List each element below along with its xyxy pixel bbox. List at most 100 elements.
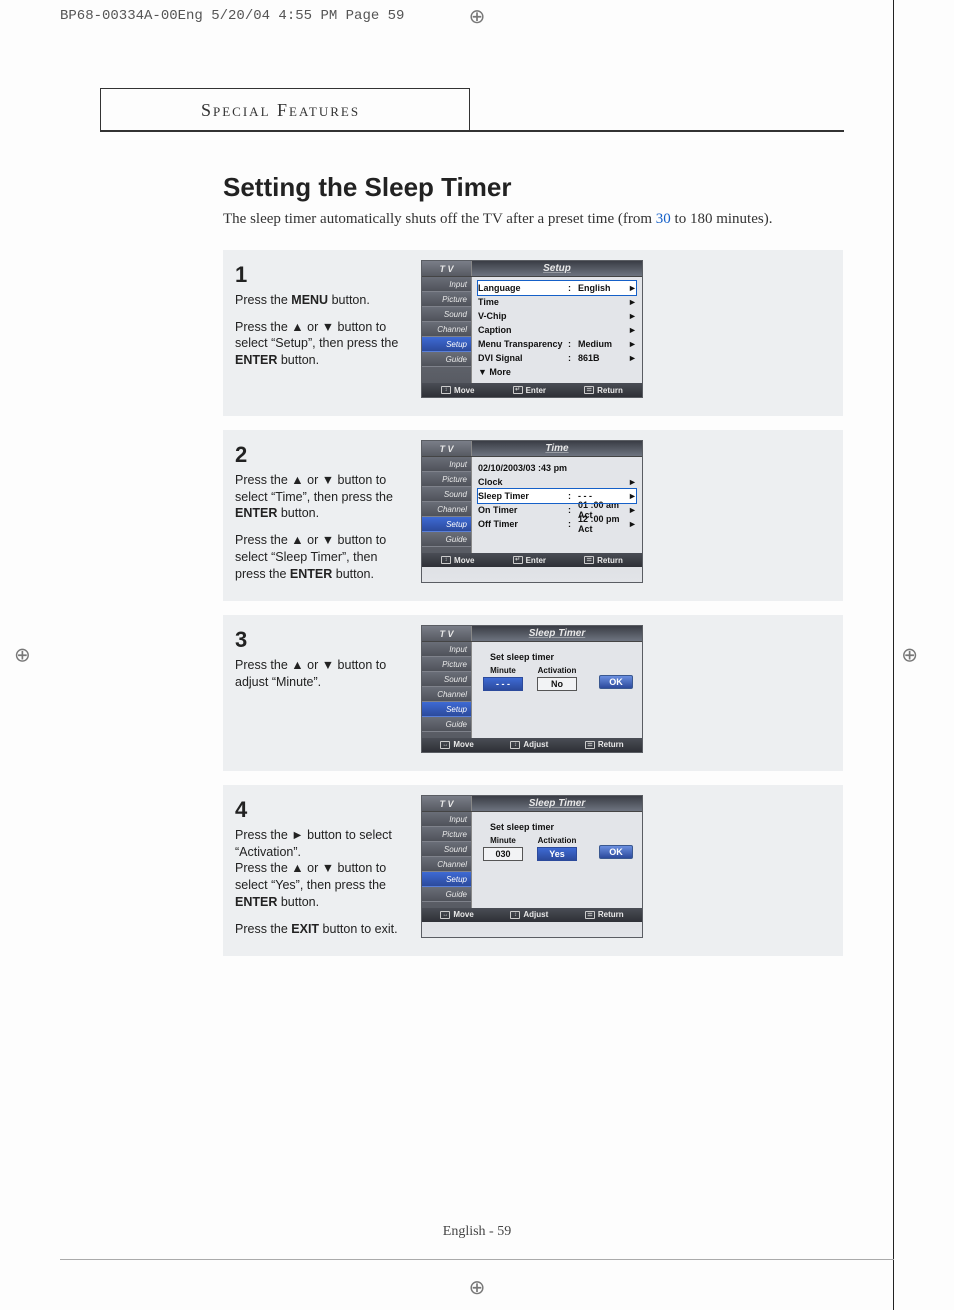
tv-menu-footer: ↔Move ↕Adjust ☰Return bbox=[422, 738, 642, 752]
footer-hint-move: ↕Move bbox=[441, 556, 474, 565]
sleep-minute-value[interactable]: 030 bbox=[483, 847, 523, 861]
tv-menu-sidebar: InputPictureSoundChannelSetupGuide bbox=[422, 642, 472, 738]
menu-row[interactable]: Clock ► bbox=[478, 475, 636, 489]
step-paragraph: Press the ▲ or ▼ button to select “Setup… bbox=[235, 319, 403, 370]
sidebar-item-input[interactable]: Input bbox=[422, 642, 471, 657]
sidebar-item-setup[interactable]: Setup bbox=[422, 872, 471, 887]
tv-osd-badge: T V bbox=[422, 626, 472, 641]
tv-osd-badge: T V bbox=[422, 796, 472, 811]
menu-row-colon: : bbox=[568, 339, 578, 349]
sidebar-item-channel[interactable]: Channel bbox=[422, 857, 471, 872]
sidebar-item-sound[interactable]: Sound bbox=[422, 307, 471, 322]
sidebar-item-picture[interactable]: Picture bbox=[422, 292, 471, 307]
chevron-right-icon: ► bbox=[628, 297, 636, 307]
sidebar-item-guide[interactable]: Guide bbox=[422, 532, 471, 547]
sidebar-item-channel[interactable]: Channel bbox=[422, 322, 471, 337]
sidebar-item-setup[interactable]: Setup bbox=[422, 702, 471, 717]
tv-menu-footer: ↕Move ↵Enter ☰Return bbox=[422, 383, 642, 397]
intro-post: to 180 minutes). bbox=[671, 211, 773, 227]
tv-menu-pane: 02/10/2003/03 :43 pmClock►Sleep Timer:- … bbox=[472, 457, 642, 553]
crop-mark-left-icon: ⊕ bbox=[14, 643, 31, 668]
sidebar-item-sound[interactable]: Sound bbox=[422, 672, 471, 687]
step-text: 2Press the ▲ or ▼ button to select “Time… bbox=[235, 440, 403, 583]
menu-row-label: ▼ More bbox=[478, 367, 568, 377]
ok-button[interactable]: OK bbox=[599, 675, 633, 689]
footer-hint-move: ↔Move bbox=[440, 740, 473, 749]
sidebar-item-sound[interactable]: Sound bbox=[422, 842, 471, 857]
tv-osd-body: InputPictureSoundChannelSetupGuide 02/10… bbox=[422, 457, 642, 553]
footer-hint-return: ☰Return bbox=[584, 386, 623, 395]
step-paragraph: Press the ▲ or ▼ button to select “Sleep… bbox=[235, 532, 403, 583]
sleep-timer-setbox: Set sleep timer Minute 030 Activation Ye… bbox=[478, 816, 636, 861]
sleep-minute-value[interactable]: - - - bbox=[483, 677, 523, 691]
sleep-activation-column: Activation Yes bbox=[535, 836, 579, 861]
footer-hint-enter: ↵Enter bbox=[513, 386, 546, 395]
sidebar-item-input[interactable]: Input bbox=[422, 277, 471, 292]
crop-mark-top-icon: ⊕ bbox=[469, 4, 486, 29]
footer-hint-move: ↕Move bbox=[441, 386, 474, 395]
sleep-timer-caption: Set sleep timer bbox=[478, 652, 636, 662]
tv-osd-body: InputPictureSoundChannelSetupGuide Set s… bbox=[422, 642, 642, 738]
tv-osd-screenshot: T V Time InputPictureSoundChannelSetupGu… bbox=[421, 440, 643, 583]
tv-menu-sidebar: InputPictureSoundChannelSetupGuide bbox=[422, 277, 472, 383]
intro-pre: The sleep timer automatically shuts off … bbox=[223, 211, 656, 227]
sleep-timer-setbox: Set sleep timer Minute - - - Activation … bbox=[478, 646, 636, 691]
sidebar-item-picture[interactable]: Picture bbox=[422, 827, 471, 842]
menu-row-label: Menu Transparency bbox=[478, 339, 568, 349]
sidebar-item-channel[interactable]: Channel bbox=[422, 502, 471, 517]
menu-row[interactable]: ▼ More bbox=[478, 365, 636, 379]
crop-mark-right-icon: ⊕ bbox=[901, 643, 918, 668]
tv-osd-title: Sleep Timer bbox=[472, 626, 642, 641]
tv-osd-screenshot: T V Sleep Timer InputPictureSoundChannel… bbox=[421, 795, 643, 938]
ok-button[interactable]: OK bbox=[599, 845, 633, 859]
menu-row-label: Clock bbox=[478, 477, 568, 487]
footer-hint-move: ↔Move bbox=[440, 910, 473, 919]
tv-osd-screenshot: T V Sleep Timer InputPictureSoundChannel… bbox=[421, 625, 643, 753]
section-rule bbox=[100, 130, 844, 132]
chevron-right-icon: ► bbox=[628, 283, 636, 293]
menu-row[interactable]: Language:English► bbox=[478, 281, 636, 295]
sidebar-item-setup[interactable]: Setup bbox=[422, 337, 471, 352]
menu-row[interactable]: Off Timer:12 :00 pm Act► bbox=[478, 517, 636, 531]
menu-row[interactable]: Menu Transparency:Medium► bbox=[478, 337, 636, 351]
sleep-activation-column: Activation No bbox=[535, 666, 579, 691]
step-block: 3Press the ▲ or ▼ button to adjust “Minu… bbox=[223, 615, 843, 771]
tv-osd-badge: T V bbox=[422, 441, 472, 456]
sidebar-item-guide[interactable]: Guide bbox=[422, 887, 471, 902]
tv-osd-title: Setup bbox=[472, 261, 642, 276]
sidebar-item-input[interactable]: Input bbox=[422, 457, 471, 472]
step-block: 4Press the ► button to select “Activatio… bbox=[223, 785, 843, 956]
sleep-activation-value[interactable]: No bbox=[537, 677, 577, 691]
sidebar-item-guide[interactable]: Guide bbox=[422, 717, 471, 732]
chevron-right-icon: ► bbox=[628, 477, 636, 487]
tv-menu-sidebar: InputPictureSoundChannelSetupGuide bbox=[422, 457, 472, 553]
footer-hint-adjust: ↕Adjust bbox=[510, 740, 548, 749]
menu-row[interactable]: Time► bbox=[478, 295, 636, 309]
sidebar-item-sound[interactable]: Sound bbox=[422, 487, 471, 502]
step-paragraph: Press the ▲ or ▼ button to adjust “Minut… bbox=[235, 657, 403, 691]
menu-row-label: On Timer bbox=[478, 505, 568, 515]
menu-row[interactable]: DVI Signal:861B► bbox=[478, 351, 636, 365]
step-number: 3 bbox=[235, 625, 403, 655]
chevron-right-icon: ► bbox=[628, 505, 636, 515]
sleep-activation-value[interactable]: Yes bbox=[537, 847, 577, 861]
sidebar-item-setup[interactable]: Setup bbox=[422, 517, 471, 532]
sidebar-item-guide[interactable]: Guide bbox=[422, 352, 471, 367]
step-paragraph: Press the MENU button. bbox=[235, 292, 403, 309]
tv-menu-footer: ↕Move↵Enter☰Return bbox=[422, 553, 642, 567]
sleep-timer-caption: Set sleep timer bbox=[478, 822, 636, 832]
intro-paragraph: The sleep timer automatically shuts off … bbox=[223, 211, 843, 228]
tv-osd-body: InputPictureSoundChannelSetupGuide Set s… bbox=[422, 812, 642, 908]
menu-row-label: Caption bbox=[478, 325, 568, 335]
menu-row[interactable]: Caption► bbox=[478, 323, 636, 337]
page-edge-bottom bbox=[60, 1259, 894, 1260]
footer-hint-icon: ↕ bbox=[510, 911, 520, 919]
tv-osd-badge: T V bbox=[422, 261, 472, 276]
sidebar-item-picture[interactable]: Picture bbox=[422, 472, 471, 487]
sidebar-item-picture[interactable]: Picture bbox=[422, 657, 471, 672]
footer-hint-return: ☰Return bbox=[585, 740, 624, 749]
menu-row[interactable]: V-Chip► bbox=[478, 309, 636, 323]
tv-osd-header: T V Sleep Timer bbox=[422, 796, 642, 812]
sidebar-item-channel[interactable]: Channel bbox=[422, 687, 471, 702]
sidebar-item-input[interactable]: Input bbox=[422, 812, 471, 827]
